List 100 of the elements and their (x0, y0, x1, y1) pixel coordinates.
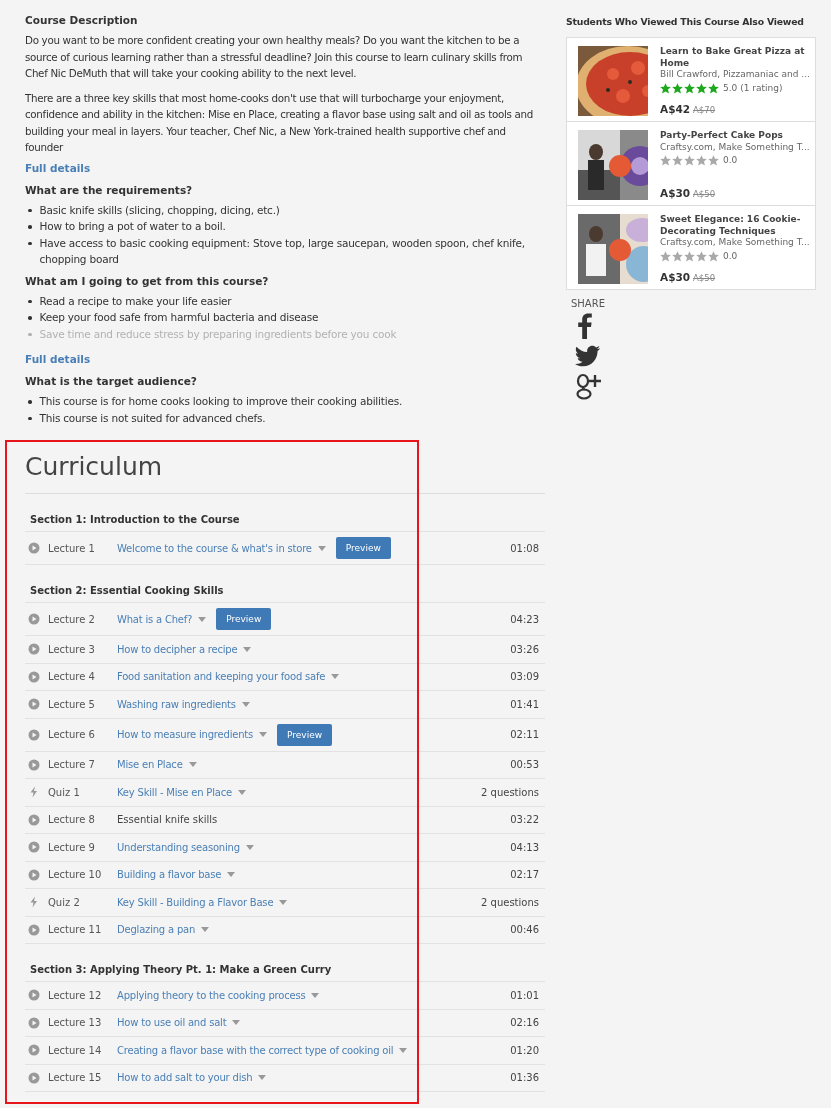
caret-icon (279, 899, 288, 905)
lecture-label: Lecture 3 (48, 643, 96, 655)
rating-text: 0.0 (723, 250, 738, 262)
lecture-label: Quiz 1 (48, 786, 81, 798)
price: A$42 (660, 103, 691, 115)
star-icon (660, 155, 671, 167)
section-heading: Course Description (25, 14, 139, 26)
preview-button[interactable]: Preview (277, 723, 333, 746)
caret-icon (259, 732, 268, 737)
lecture-label: Lecture 6 (48, 729, 96, 740)
course-title-link[interactable]: Sweet Elegance: 16 Cookie-Decorating Techniques (660, 214, 810, 237)
duration: 00:53 (510, 759, 539, 771)
lecture-label: Lecture 8 (48, 814, 96, 826)
star-icon (672, 82, 683, 94)
lecture-link[interactable]: What is a Chef? (117, 613, 193, 625)
lecture-label: Lecture 4 (48, 671, 96, 683)
full-details-link[interactable]: Full details (25, 353, 91, 365)
bullet-icon (28, 316, 32, 320)
duration: 04:23 (510, 613, 539, 625)
duration: 01:41 (510, 698, 539, 710)
description-paragraph: Do you want to be more confident creating your own healthy meals? Do you want the kitchen to be a source of curious learning rather than a stressful deadline? Join this course to learn culinary skills from Chef Nic DeMuth that will take your cooking ability to the next level. (25, 33, 524, 81)
play-icon (28, 728, 40, 741)
lecture-link[interactable]: Applying theory to the cooking process (117, 989, 306, 1001)
bullet-icon (28, 225, 32, 229)
sidebar-heading: Students Who Viewed This Course Also Viewed (566, 16, 805, 27)
caret-icon (198, 616, 207, 622)
play-icon (28, 1071, 40, 1084)
full-details-link[interactable]: Full details (25, 161, 91, 174)
course-author: Craftsy.com, Make Something T... (660, 141, 810, 153)
lecture-label: Lecture 5 (48, 698, 96, 710)
play-icon (28, 923, 40, 936)
lecture-link[interactable]: How to measure ingredients (117, 729, 254, 740)
lecture-label: Lecture 10 (48, 869, 103, 881)
price: A$30 (660, 271, 691, 283)
twitter-icon[interactable] (575, 345, 601, 367)
lecture-link[interactable]: Deglazing a pan (117, 924, 196, 936)
lecture-link[interactable]: Key Skill - Mise en Place (117, 786, 232, 798)
play-icon (28, 841, 40, 854)
list-item: Read a recipe to make your life easier (39, 293, 232, 309)
caret-icon (241, 701, 250, 707)
duration: 04:13 (510, 841, 539, 853)
duration: 2 questions (481, 896, 539, 908)
lecture-label: Lecture 12 (48, 989, 103, 1001)
duration: 02:16 (510, 1017, 539, 1029)
bullet-icon (28, 208, 32, 212)
caret-icon (331, 674, 340, 680)
lecture-link[interactable]: Key Skill - Building a Flavor Base (117, 896, 274, 908)
preview-button[interactable]: Preview (216, 608, 272, 630)
duration: 01:20 (510, 1044, 539, 1056)
description-paragraph: There are a three key skills that most home-cooks don't use that will turbocharge your enjoyment, confidence and ability in the kitchen: Mise en Place, creating a flavor base using salt and oil as tools and building your meal in layers. Your teacher, Chef Nic, a New York-trained health supportive chef and founder (25, 90, 534, 155)
list-item: This course is not suited for advanced chefs. (39, 410, 266, 426)
old-price: A$50 (693, 272, 716, 284)
list-item: Have access to basic cooking equipment: Stove top, large saucepan, wooden spoon, chef knife, chopping board (39, 235, 526, 267)
old-price: A$70 (693, 104, 716, 116)
lecture-link[interactable]: Food sanitation and keeping your food safe (117, 671, 326, 683)
list-item: Keep your food safe from harmful bacteria and disease (39, 310, 319, 325)
share-label: SHARE (571, 298, 606, 309)
caret-icon (243, 646, 252, 652)
lecture-label: Lecture 7 (48, 759, 96, 771)
star-icon (696, 155, 707, 167)
star-icon (684, 82, 695, 94)
section-title: Section 1: Introduction to the Course (25, 494, 545, 532)
bullet-icon (28, 416, 32, 420)
course-title-link[interactable]: Party-Perfect Cake Pops (660, 130, 810, 142)
lecture-link[interactable]: Washing raw ingredients (117, 698, 236, 710)
lecture-link[interactable]: How to decipher a recipe (117, 643, 238, 655)
lightning-icon (28, 786, 40, 799)
lecture-label: Lecture 15 (48, 1072, 103, 1084)
section-heading: What are the requirements? (25, 183, 194, 196)
caret-icon (317, 545, 326, 551)
course-title-link[interactable]: Learn to Bake Great Pizza at Home (660, 46, 810, 69)
lecture-link[interactable]: Welcome to the course & what's in store (117, 542, 312, 554)
star-icon (708, 82, 719, 94)
play-icon (28, 758, 40, 771)
play-icon (28, 698, 40, 711)
lecture-link[interactable]: Understanding seasoning (117, 841, 240, 853)
play-icon (28, 868, 40, 881)
duration: 03:22 (510, 814, 539, 826)
lecture-link[interactable]: How to add salt to your dish (117, 1072, 253, 1084)
google-plus-icon[interactable] (575, 373, 603, 401)
star-icon (660, 82, 671, 94)
lecture-link[interactable]: Creating a flavor base with the correct type of cooking oil (117, 1044, 394, 1056)
duration: 03:26 (510, 643, 539, 655)
play-icon (28, 1016, 40, 1029)
lecture-label: Lecture 2 (48, 613, 96, 625)
star-icon (708, 250, 719, 262)
list-item: Basic knife skills (slicing, chopping, dicing, etc.) (39, 202, 280, 218)
section-title: Section 2: Essential Cooking Skills (25, 565, 545, 603)
play-icon (28, 643, 40, 656)
lecture-link[interactable]: Building a flavor base (117, 869, 222, 881)
lecture-label: Lecture 9 (48, 841, 96, 853)
lecture-link[interactable]: How to use oil and salt (117, 1017, 227, 1029)
rating-text: 5.0 (1 rating) (723, 82, 783, 94)
preview-button[interactable]: Preview (335, 537, 391, 559)
duration: 01:36 (510, 1072, 539, 1084)
lecture-title: Essential knife skills (117, 814, 218, 826)
rating-text: 0.0 (723, 155, 738, 167)
list-item: How to bring a pot of water to a boil. (39, 219, 226, 234)
star-icon (684, 250, 695, 262)
lecture-link[interactable]: Mise en Place (117, 759, 183, 771)
